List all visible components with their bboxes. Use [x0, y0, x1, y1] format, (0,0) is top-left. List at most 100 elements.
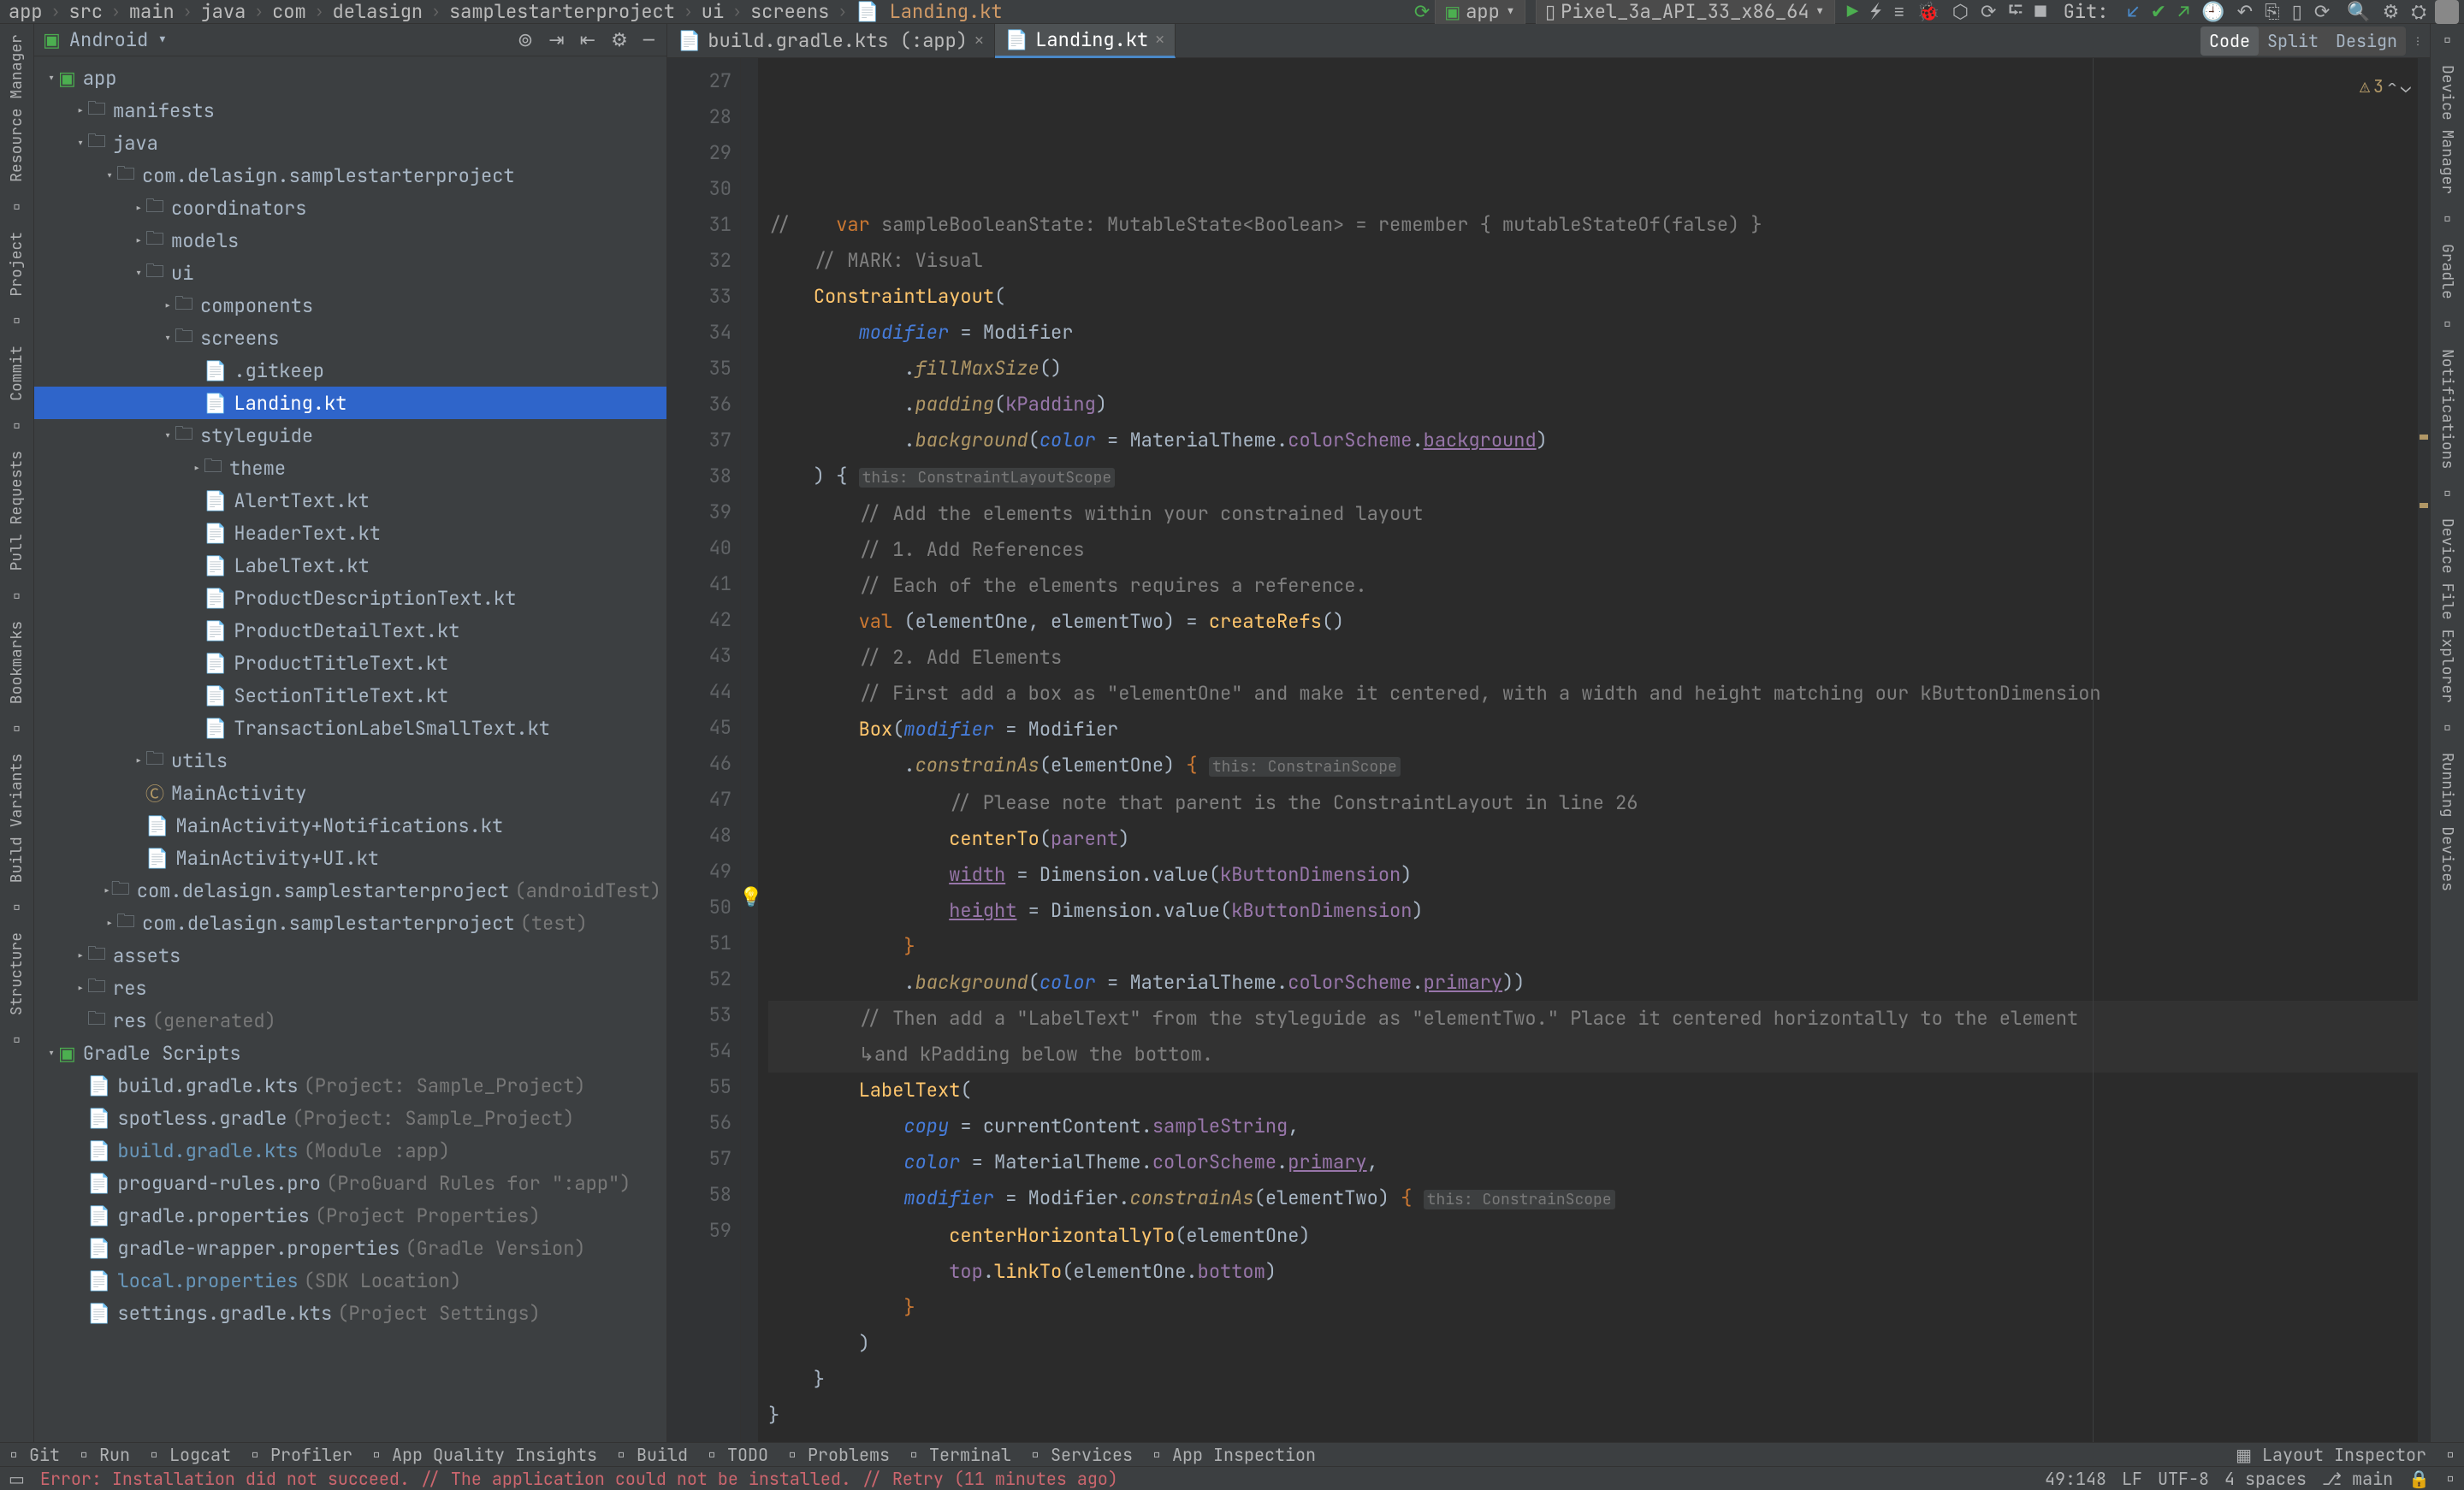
- apply-code-icon[interactable]: ≡: [1893, 0, 1904, 24]
- rail-device-manager[interactable]: Device Manager: [2437, 60, 2457, 199]
- tool-app-quality-insights[interactable]: ▫ App Quality Insights: [371, 1444, 597, 1466]
- commit-icon[interactable]: ✔: [2151, 0, 2166, 24]
- sync-icon[interactable]: ⟳: [1414, 0, 1430, 24]
- breadcrumb-item[interactable]: screens: [747, 0, 832, 24]
- fold-gutter[interactable]: 💡: [741, 58, 758, 1442]
- line-separator[interactable]: LF: [2122, 1468, 2142, 1490]
- rail-build-variants[interactable]: Build Variants: [7, 748, 27, 888]
- device-icon[interactable]: ▯: [2292, 0, 2302, 24]
- tree-item[interactable]: ▸🗀models: [34, 224, 666, 257]
- status-icon[interactable]: ▭: [9, 1468, 25, 1490]
- tree-chevron[interactable]: ▸: [161, 297, 175, 315]
- tree-item[interactable]: 🗀res(generated): [34, 1004, 666, 1037]
- tool-terminal[interactable]: ▫ Terminal: [909, 1444, 1011, 1466]
- settings-icon[interactable]: ⚙: [607, 27, 631, 52]
- project-tree[interactable]: ▾▣app▸🗀manifests▾🗀java▾🗀com.delasign.sam…: [34, 56, 666, 1442]
- avatar[interactable]: [2435, 0, 2459, 24]
- rail-commit[interactable]: Commit: [7, 340, 27, 406]
- undo-icon[interactable]: ↶: [2237, 0, 2253, 24]
- hide-icon[interactable]: —: [640, 27, 658, 52]
- run-config-selector[interactable]: ▣ app ▾: [1435, 0, 1525, 27]
- rail-icon[interactable]: ▫: [12, 718, 22, 740]
- tree-item[interactable]: ▸🗀manifests: [34, 94, 666, 127]
- chevron-down-icon[interactable]: ⌄: [2401, 68, 2411, 104]
- stop-button[interactable]: ■: [2035, 0, 2046, 24]
- tree-item[interactable]: ▾▣app: [34, 62, 666, 94]
- more-vcs-icon[interactable]: ⎘: [2265, 0, 2280, 24]
- cursor-position[interactable]: 49:148: [2045, 1468, 2106, 1490]
- rail-icon[interactable]: ▫: [12, 196, 22, 218]
- editor-tab[interactable]: 📄Landing.kt✕: [995, 24, 1176, 58]
- tree-chevron[interactable]: ▸: [132, 752, 145, 770]
- rail-project[interactable]: Project: [7, 227, 27, 302]
- tool-app-inspection[interactable]: ▫ App Inspection: [1152, 1444, 1316, 1466]
- settings-icon[interactable]: ⚙: [2383, 0, 2400, 24]
- close-icon[interactable]: ✕: [1155, 30, 1164, 50]
- rail-icon[interactable]: ▫: [2443, 717, 2453, 739]
- tree-item[interactable]: ▸🗀theme: [34, 452, 666, 484]
- gear-icon[interactable]: ⛭: [2411, 0, 2426, 24]
- breadcrumb[interactable]: app›src›main›java›com›delasign›samplesta…: [5, 0, 1407, 24]
- tree-item[interactable]: 📄MainActivity+UI.kt: [34, 842, 666, 874]
- rail-structure[interactable]: Structure: [7, 927, 27, 1020]
- rail-icon[interactable]: ▫: [2443, 482, 2453, 505]
- rail-icon[interactable]: ▫: [12, 585, 22, 607]
- tree-item[interactable]: ▾▣Gradle Scripts: [34, 1037, 666, 1069]
- tree-chevron[interactable]: ▾: [132, 264, 145, 282]
- tree-item[interactable]: 📄TransactionLabelSmallText.kt: [34, 712, 666, 744]
- tree-chevron[interactable]: ▸: [103, 914, 116, 932]
- search-icon[interactable]: 🔍: [2347, 0, 2370, 24]
- tree-item[interactable]: 📄ProductDetailText.kt: [34, 614, 666, 647]
- rail-notifications[interactable]: Notifications: [2437, 344, 2457, 474]
- tree-item[interactable]: 📄build.gradle.kts(Module :app): [34, 1134, 666, 1167]
- tree-item[interactable]: ▸🗀com.delasign.samplestarterproject(test…: [34, 907, 666, 939]
- rail-pull-requests[interactable]: Pull Requests: [7, 446, 27, 576]
- breadcrumb-item[interactable]: src: [65, 0, 106, 24]
- tree-item[interactable]: 📄.gitkeep: [34, 354, 666, 387]
- tool-window-icon[interactable]: ▫: [2445, 1444, 2455, 1466]
- tree-item[interactable]: 📄local.properties(SDK Location): [34, 1264, 666, 1297]
- mode-design[interactable]: Design: [2327, 27, 2406, 56]
- profile-icon[interactable]: ⟳: [1981, 0, 1996, 24]
- indent-settings[interactable]: 4 spaces: [2224, 1468, 2307, 1490]
- tool-build[interactable]: ▫ Build: [616, 1444, 688, 1466]
- collapse-icon[interactable]: ⇤: [577, 27, 599, 52]
- breadcrumb-item[interactable]: delasign: [329, 0, 427, 24]
- tree-item[interactable]: ▸🗀assets: [34, 939, 666, 972]
- tree-item[interactable]: ▸🗀utils: [34, 744, 666, 777]
- tree-item[interactable]: 📄SectionTitleText.kt: [34, 679, 666, 712]
- rail-icon[interactable]: ▫: [2443, 208, 2453, 230]
- tree-chevron[interactable]: ▾: [44, 1044, 58, 1062]
- tree-chevron[interactable]: ▸: [103, 882, 111, 900]
- breadcrumb-item[interactable]: main: [126, 0, 178, 24]
- tree-chevron[interactable]: ▸: [190, 459, 204, 477]
- tree-item[interactable]: 📄gradle.properties(Project Properties): [34, 1199, 666, 1232]
- tool-todo[interactable]: ▫ TODO: [707, 1444, 768, 1466]
- device-selector[interactable]: ▯ Pixel_3a_API_33_x86_64 ▾: [1536, 0, 1835, 27]
- more-icon[interactable]: ⋮: [2413, 34, 2423, 48]
- mode-split[interactable]: Split: [2259, 27, 2327, 56]
- rail-gradle[interactable]: Gradle: [2437, 239, 2457, 305]
- sync-project-icon[interactable]: ⟳: [2314, 0, 2330, 24]
- chevron-down-icon[interactable]: ▾: [157, 27, 168, 52]
- tool-logcat[interactable]: ▫ Logcat: [149, 1444, 231, 1466]
- tree-item[interactable]: ▸🗀com.delasign.samplestarterproject(andr…: [34, 874, 666, 907]
- coverage-icon[interactable]: ⬡: [1952, 0, 1969, 24]
- rail-icon[interactable]: ▫: [12, 310, 22, 332]
- rail-icon[interactable]: ▫: [2443, 313, 2453, 335]
- rail-running-devices[interactable]: Running Devices: [2437, 748, 2457, 896]
- tree-item[interactable]: 📄proguard-rules.pro(ProGuard Rules for "…: [34, 1167, 666, 1199]
- error-stripe[interactable]: [2418, 58, 2430, 1442]
- tree-item[interactable]: ▾🗀com.delasign.samplestarterproject: [34, 159, 666, 192]
- tree-item[interactable]: ▾🗀java: [34, 127, 666, 159]
- code-editor[interactable]: 2728293031323334353637383940414243444546…: [667, 58, 2430, 1442]
- history-icon[interactable]: 🕘: [2201, 0, 2224, 24]
- tree-chevron[interactable]: ▸: [74, 979, 87, 997]
- code-content[interactable]: ⚠ 3 ⌃ ⌄ // var sampleBooleanState: Mutab…: [758, 58, 2430, 1442]
- tree-chevron[interactable]: ▸: [132, 199, 145, 217]
- breadcrumb-item[interactable]: java: [197, 0, 249, 24]
- tool-problems[interactable]: ▫ Problems: [787, 1444, 890, 1466]
- breadcrumb-item[interactable]: app: [5, 0, 46, 24]
- tool-profiler[interactable]: ▫ Profiler: [250, 1444, 352, 1466]
- tree-chevron[interactable]: ▾: [161, 427, 175, 445]
